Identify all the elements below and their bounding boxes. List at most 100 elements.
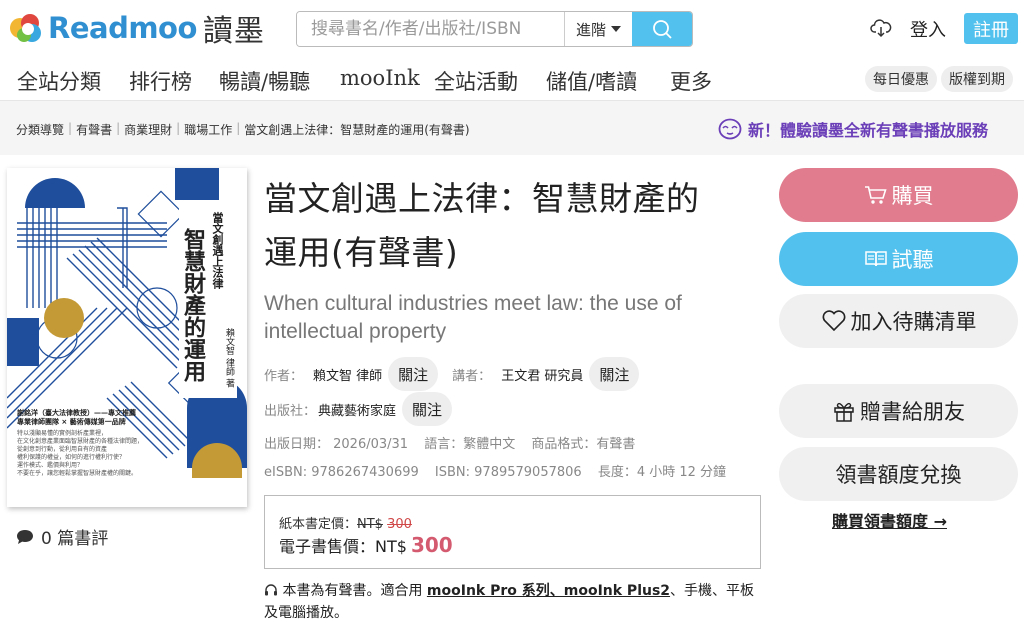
cover-subtitle: 當文創遇上法律: [211, 212, 224, 289]
readmoo-logo[interactable]: Readmoo 讀墨: [8, 8, 265, 49]
breadcrumb-separator: |: [236, 121, 241, 135]
reviews-link[interactable]: 0 篇書評: [15, 524, 108, 549]
paper-price-currency: NT$: [357, 517, 383, 532]
search-bar: 進階: [296, 11, 693, 47]
cover-author-name: 賴文智: [224, 328, 234, 355]
advanced-search-label: 進階: [575, 20, 606, 39]
add-to-wishlist-button[interactable]: 加入待購清單: [779, 294, 1018, 348]
breadcrumb-item[interactable]: 商業理財: [124, 121, 172, 138]
breadcrumb-current: 當文創遇上法律：智慧財產的運用(有聲書): [244, 123, 470, 137]
breadcrumb-item[interactable]: 有聲書: [76, 121, 112, 138]
chevron-down-icon: [611, 26, 621, 32]
advanced-search-dropdown[interactable]: 進階: [564, 12, 632, 46]
publisher-label: 出版社：: [264, 403, 317, 419]
audiobook-face-icon: [718, 118, 742, 140]
promo-text: 新！體驗讀墨全新有聲書播放服務: [748, 121, 989, 140]
heart-icon: [821, 309, 847, 333]
paper-price: 紙本書定價：NT$ 300: [279, 513, 412, 532]
follow-narrator-button[interactable]: 關注: [589, 357, 640, 391]
redeem-quota-button[interactable]: 領書額度兌換: [779, 447, 1018, 501]
nav-item-events[interactable]: 全站活動: [434, 66, 518, 96]
book-title-line: 運用(有聲書): [264, 233, 459, 272]
narrator-link[interactable]: 王文君 研究員: [501, 365, 583, 384]
buy-button[interactable]: 購買: [779, 168, 1018, 222]
logo-text: Readmoo: [48, 11, 197, 45]
cover-blurb-line: 在文化創意產業面臨智慧財產的各種法律問題，: [17, 438, 144, 445]
publisher-row: 出版社： 典藏藝術家庭 關注: [264, 392, 453, 426]
nav-item-categories[interactable]: 全站分類: [17, 66, 101, 96]
device-link[interactable]: mooInk Pro 系列、mooInk Plus2: [427, 583, 670, 599]
headphones-icon: [265, 584, 277, 596]
cover-author-suffix: 律師: [224, 357, 234, 376]
cover-blurb-line: 不要在乎，讓您輕鬆掌握智慧財產權的關鍵。: [17, 470, 138, 477]
gift-label: 贈書給朋友: [860, 400, 965, 424]
narrator-label: 講者：: [452, 368, 492, 384]
format: 商品格式：有聲書: [531, 437, 636, 452]
publisher-link[interactable]: 典藏藝術家庭: [318, 400, 396, 419]
search-input[interactable]: [297, 12, 564, 46]
audiobook-notice: 本書為有聲書。適合用 mooInk Pro 系列、mooInk Plus2、手機…: [264, 580, 764, 623]
isbn-info: eISBN: 9786267430699 ISBN: 9789579057806…: [264, 461, 738, 480]
register-button[interactable]: 註冊: [964, 13, 1018, 44]
ebook-price: 電子書售價：NT$ 300: [279, 533, 453, 557]
nav-item-topup[interactable]: 儲值/嗜讀: [546, 66, 637, 96]
gift-book-button[interactable]: 贈書給朋友: [779, 384, 1018, 438]
ebook-price-label: 電子書售價：NT$: [279, 537, 407, 556]
cover-blurb-line: 運作模式、鑑價與利用？: [17, 462, 84, 469]
breadcrumb: 分類導覽 | 有聲書 | 商業理財 | 職場工作 | 當文創遇上法律：智慧財產的運用(有…: [16, 121, 470, 138]
cover-blurb-line: 權利保護的權益，如何的進行權利行使？: [17, 454, 126, 461]
login-link[interactable]: 登入: [910, 16, 946, 42]
cover-title: 智慧財產的運用: [180, 228, 206, 382]
search-button[interactable]: [632, 12, 692, 46]
cover-blurb-head: 謝銘洋（臺大法律教授）——專文推薦: [17, 409, 136, 417]
length: 長度：4 小時 12 分鐘: [597, 465, 727, 480]
nav-item-mooink[interactable]: mooInk: [340, 66, 420, 90]
language: 語言：繁體中文: [424, 437, 516, 452]
isbn: ISBN: 9789579057806: [434, 465, 582, 480]
cover-blurb: 謝銘洋（臺大法律教授）——專文推薦 專業律師團隊 × 藝術傳媒第一品牌 特以淺顯…: [17, 409, 177, 478]
gift-icon: [832, 399, 856, 423]
top-bar: Readmoo 讀墨 進階 登入 註冊: [0, 0, 1024, 58]
comment-icon: [17, 529, 33, 544]
breadcrumb-separator: |: [68, 121, 73, 135]
breadcrumb-item[interactable]: 分類導覽: [16, 121, 64, 138]
cover-author: 賴文智 律師 著: [223, 328, 236, 388]
reviews-count: 0 篇書評: [41, 529, 109, 549]
listen-label: 試聽: [891, 248, 934, 272]
main-nav: 全站分類 排行榜 暢讀/暢聽 mooInk 全站活動 儲值/嗜讀 更多 每日優惠…: [0, 58, 1024, 100]
book-subtitle: When cultural industries meet law: the u…: [264, 292, 682, 343]
ebook-price-value: 300: [410, 533, 453, 557]
contributors-row: 作者： 賴文智 律師 關注 講者： 王文君 研究員 關注: [264, 357, 640, 391]
follow-publisher-button[interactable]: 關注: [402, 392, 453, 426]
follow-author-button[interactable]: 關注: [388, 357, 439, 391]
buy-quota-link[interactable]: 購買領書額度 →: [832, 508, 947, 532]
cart-icon: [864, 184, 888, 206]
breadcrumb-separator: |: [116, 121, 121, 135]
nav-item-rankings[interactable]: 排行榜: [129, 66, 192, 96]
publication-info: 出版日期： 2026/03/31 語言：繁體中文 商品格式：有聲書: [264, 433, 647, 452]
book-cover[interactable]: 當文創遇上法律 智慧財產的運用 賴文智 律師 著 謝銘洋（臺大法律教授）——專文…: [7, 168, 247, 507]
breadcrumb-bar: 分類導覽 | 有聲書 | 商業理財 | 職場工作 | 當文創遇上法律：智慧財產的運用(有…: [0, 100, 1024, 155]
audiobook-promo-link[interactable]: 新！體驗讀墨全新有聲書播放服務: [718, 117, 988, 141]
eisbn: eISBN: 9786267430699: [264, 465, 419, 480]
price-box: 紙本書定價：NT$ 300 電子書售價：NT$ 300: [264, 495, 761, 569]
wishlist-label: 加入待購清單: [850, 310, 977, 334]
listen-sample-button[interactable]: 試聽: [779, 232, 1018, 286]
redeem-label: 領書額度兌換: [835, 463, 962, 487]
cloud-download-icon[interactable]: [870, 18, 892, 42]
cover-blurb-body: 特以淺顯易懂的實例剖析產業裡， 在文化創意產業面臨智慧財產的各種法律問題， 從創…: [17, 430, 177, 478]
publish-date: 出版日期： 2026/03/31: [264, 437, 409, 452]
cover-author-tail: 著: [224, 378, 234, 388]
author-link[interactable]: 賴文智 律師: [313, 365, 382, 384]
author-label: 作者：: [264, 368, 304, 384]
cover-blurb-sub: 專業律師團隊 × 藝術傳媒第一品牌: [17, 418, 126, 426]
paper-price-label: 紙本書定價：: [279, 517, 358, 532]
daily-deal-pill[interactable]: 每日優惠: [865, 66, 937, 92]
cover-blurb-line: 特以淺顯易懂的實例剖析產業裡，: [17, 430, 108, 437]
nav-item-unlimited[interactable]: 暢讀/暢聽: [219, 66, 310, 96]
breadcrumb-separator: |: [176, 121, 181, 135]
nav-item-more[interactable]: 更多: [670, 66, 712, 96]
copyright-expiry-pill[interactable]: 版權到期: [941, 66, 1013, 92]
book-open-icon: [864, 249, 888, 269]
breadcrumb-item[interactable]: 職場工作: [184, 121, 232, 138]
